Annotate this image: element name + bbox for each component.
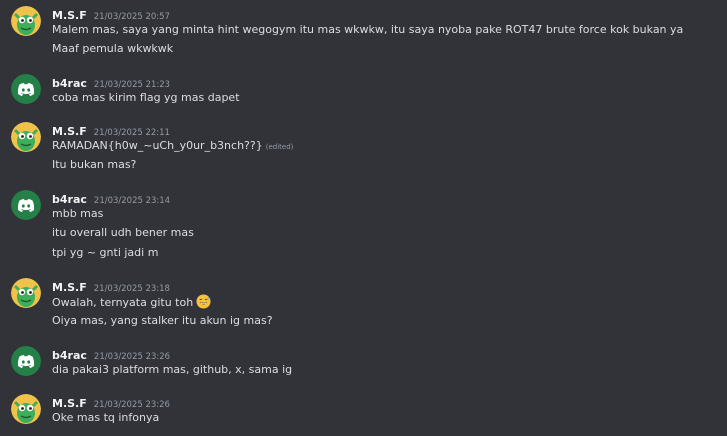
- message-author[interactable]: b4rac: [52, 193, 87, 206]
- discord-logo-avatar-icon[interactable]: [11, 74, 41, 104]
- message-author[interactable]: M.S.F: [52, 125, 87, 138]
- message-text: tpi yg ~ gnti jadi m: [52, 246, 159, 259]
- message-text: Owalah, ternyata gitu toh: [52, 294, 211, 311]
- message-author[interactable]: M.S.F: [52, 9, 87, 22]
- flag-text: RAMADAN{h0w_~uCh_y0ur_b3nch??}: [52, 139, 263, 152]
- message-author[interactable]: b4rac: [52, 349, 87, 362]
- message-text: itu overall udh bener mas: [52, 226, 194, 239]
- message-author[interactable]: M.S.F: [52, 397, 87, 410]
- message-text: dia pakai3 platform mas, github, x, sama…: [52, 363, 293, 376]
- message-author[interactable]: b4rac: [52, 77, 87, 90]
- green-creature-avatar-icon[interactable]: [11, 122, 41, 152]
- message-timestamp: 21/03/2025 23:18: [93, 284, 170, 294]
- discord-logo-avatar-icon[interactable]: [11, 346, 41, 376]
- message-timestamp: 21/03/2025 20:57: [93, 12, 170, 22]
- discord-logo-avatar-icon[interactable]: [11, 190, 41, 220]
- edited-label: (edited): [265, 143, 294, 151]
- green-creature-avatar-icon[interactable]: [11, 6, 41, 36]
- grinning-sweat-emoji-icon: [196, 294, 211, 309]
- message-timestamp: 21/03/2025 23:26: [93, 400, 170, 410]
- message-timestamp: 21/03/2025 23:26: [93, 352, 171, 362]
- message-author[interactable]: M.S.F: [52, 281, 87, 294]
- message-text: Maaf pemula wkwkwk: [52, 42, 174, 55]
- message-text-span: Owalah, ternyata gitu toh: [52, 296, 194, 309]
- message-text: RAMADAN{h0w_~uCh_y0ur_b3nch??} (edited): [52, 138, 293, 155]
- message-text: Itu bukan mas?: [52, 158, 137, 171]
- green-creature-avatar-icon[interactable]: [11, 394, 41, 424]
- message-text: Malem mas, saya yang minta hint wegogym …: [52, 23, 684, 36]
- message-timestamp: 21/03/2025 21:23: [93, 80, 171, 90]
- message-timestamp: 21/03/2025 23:14: [93, 196, 171, 206]
- message-timestamp: 21/03/2025 22:11: [93, 128, 170, 138]
- message-text: coba mas kirim flag yg mas dapet: [52, 91, 240, 104]
- chat-messages: M.S.F 21/03/2025 20:57 Malem mas, saya ya…: [0, 0, 727, 436]
- message-text: Oiya mas, yang stalker itu akun ig mas?: [52, 314, 273, 327]
- green-creature-avatar-icon[interactable]: [11, 278, 41, 308]
- message-text: Oke mas tq infonya: [52, 411, 160, 424]
- message-text: mbb mas: [52, 207, 104, 220]
